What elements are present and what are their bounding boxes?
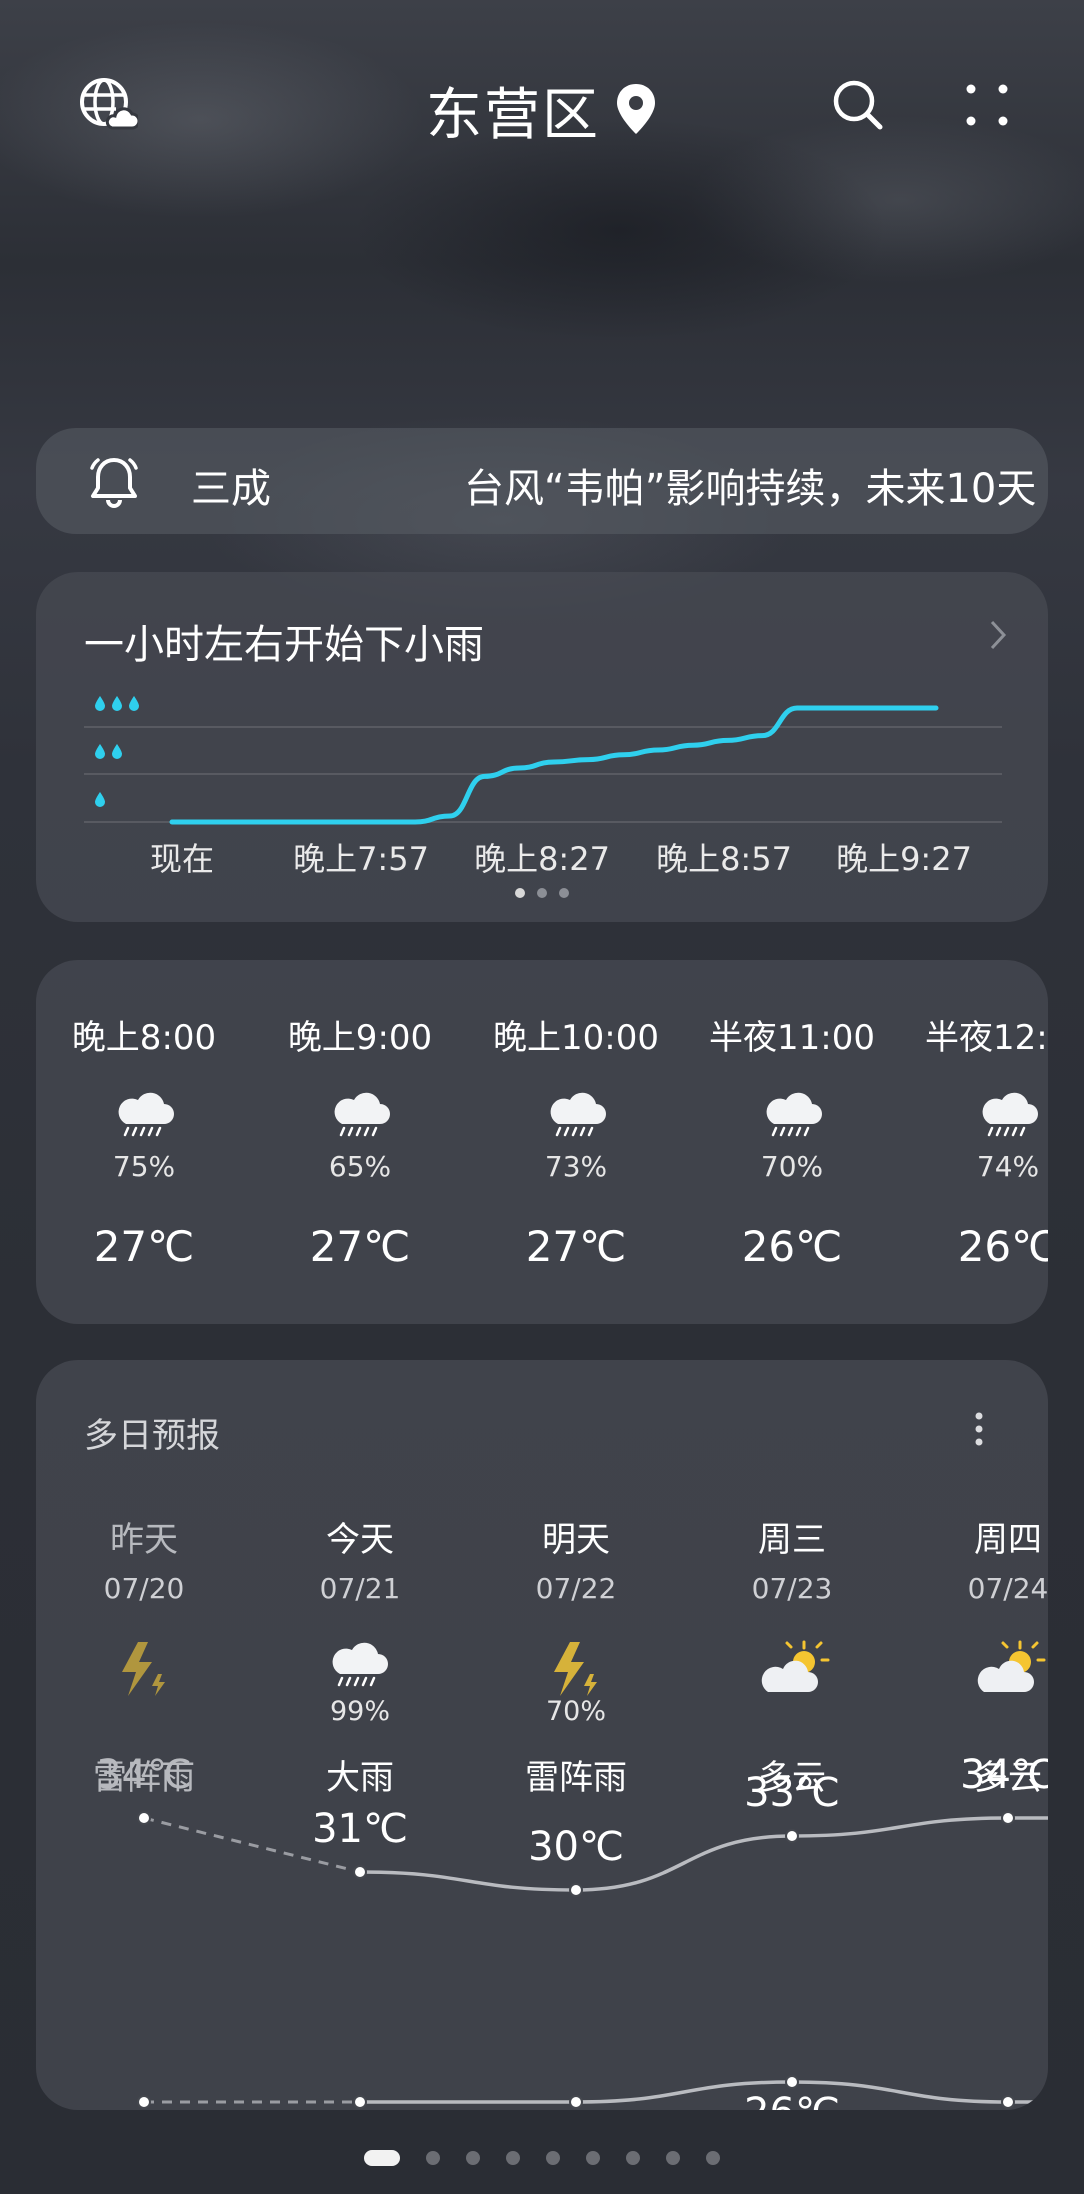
page-dot <box>537 888 547 898</box>
day-date: 07/20 <box>103 1572 185 1605</box>
precip-probability: 70% <box>545 1696 606 1727</box>
high-temp: 34℃ <box>960 1752 1048 1798</box>
rain-time-label: 晚上9:27 <box>836 840 972 878</box>
heavy-rain-icon <box>762 1088 824 1144</box>
rain-time-label: 现在 <box>149 840 215 878</box>
daily-item[interactable]: 今天 07/21 99% 大雨 31℃ 25℃ <box>252 1360 468 2110</box>
page-dot[interactable] <box>546 2151 560 2165</box>
location-pin-icon <box>614 82 658 140</box>
hourly-item: 半夜11:00 70% 26℃ <box>684 960 900 1324</box>
page-dot[interactable] <box>666 2151 680 2165</box>
location-title[interactable]: 东营区 <box>426 70 600 151</box>
partly-cloudy-icon <box>760 1638 832 1704</box>
high-temp: 30℃ <box>528 1824 624 1870</box>
day-condition: 大雨 <box>326 1758 394 1798</box>
low-temp: 25℃ <box>900 2106 1048 2110</box>
high-temp: 31℃ <box>312 1806 408 1852</box>
day-condition: 雷阵雨 <box>525 1758 627 1798</box>
weather-alert-banner[interactable]: 三成 台风“韦帕”影响持续，未来10天 <box>36 428 1048 534</box>
low-temp: 25℃ <box>468 2106 684 2110</box>
hour-temperature: 26℃ <box>741 1222 843 1271</box>
page-dot <box>559 888 569 898</box>
daily-item[interactable]: 周四07/24多云34℃25℃ <box>900 1360 1048 2110</box>
day-name: 明天 <box>542 1520 610 1560</box>
page-dot[interactable] <box>364 2150 400 2166</box>
more-dots-icon[interactable] <box>952 70 1022 140</box>
day-name: 周三 <box>758 1520 826 1560</box>
hour-time: 晚上10:00 <box>493 1018 659 1058</box>
alert-text-tail: 三成 <box>191 466 271 512</box>
page-dot[interactable] <box>706 2151 720 2165</box>
high-temp: 33℃ <box>744 1770 840 1816</box>
partly-cloudy-icon <box>976 1638 1048 1704</box>
bell-icon <box>86 454 142 514</box>
hourly-item: 晚上10:00 73% 27℃ <box>468 960 684 1324</box>
precip-probability: 65% <box>328 1150 392 1183</box>
daily-item[interactable]: 周三07/23多云33℃26℃ <box>684 1360 900 2110</box>
hour-time: 半夜11:00 <box>709 1018 875 1058</box>
precipitation-card[interactable]: 一小时左右开始下小雨 现在 晚上7:57 晚上8:27 晚上8:57 晚上9:2… <box>36 572 1048 922</box>
page-dot[interactable] <box>506 2151 520 2165</box>
rain-time-label: 晚上8:57 <box>656 840 792 878</box>
day-name: 周四 <box>974 1520 1042 1560</box>
low-temp: 25℃ <box>252 2106 468 2110</box>
day-name: 今天 <box>326 1520 394 1560</box>
hourly-item: 晚上9:00 65% 27℃ <box>252 960 468 1324</box>
rain-card-page-indicator <box>0 888 1084 898</box>
hour-temperature: 27℃ <box>309 1222 411 1271</box>
day-date: 07/22 <box>535 1572 617 1605</box>
daily-forecast-card[interactable]: 多日预报 昨天07/20雷阵雨34℃25℃今天07/2199%大雨31℃25℃明… <box>36 1360 1048 2110</box>
page-dot <box>515 888 525 898</box>
hour-temperature: 26℃ <box>957 1222 1048 1271</box>
hourly-forecast-card[interactable]: 晚上8:00 75% 27℃ 晚上9:00 65% 27℃ 晚上10:00 73% 27℃ 半夜1… <box>36 960 1048 1324</box>
low-temp: 26℃ <box>684 2090 900 2110</box>
rain-time-label: 晚上8:27 <box>474 840 610 878</box>
daily-item[interactable]: 明天 07/22 70% 雷阵雨 30℃ 25℃ <box>468 1360 684 2110</box>
thunder-icon <box>544 1638 606 1704</box>
heavy-rain-icon <box>978 1088 1040 1144</box>
rain-time-label: 晚上7:57 <box>293 840 429 878</box>
heavy-rain-icon <box>330 1088 392 1144</box>
high-temp: 34℃ <box>96 1752 192 1798</box>
precip-probability: 74% <box>976 1150 1040 1183</box>
precip-probability: 73% <box>544 1150 608 1183</box>
city-page-indicator <box>0 2150 1084 2166</box>
heavy-rain-icon <box>328 1638 390 1694</box>
low-temp: 25℃ <box>36 2106 252 2110</box>
daily-item[interactable]: 昨天07/20雷阵雨34℃25℃ <box>36 1360 252 2110</box>
hour-time: 半夜12:00 <box>925 1018 1048 1058</box>
precipitation-line <box>169 705 939 825</box>
hourly-item: 晚上8:00 75% 27℃ <box>36 960 252 1324</box>
precip-probability: 70% <box>760 1150 824 1183</box>
precip-probability: 99% <box>329 1696 390 1727</box>
precip-probability: 75% <box>112 1150 176 1183</box>
hour-time: 晚上8:00 <box>71 1018 217 1058</box>
day-name: 昨天 <box>110 1520 178 1560</box>
hour-time: 晚上9:00 <box>287 1018 433 1058</box>
page-dot[interactable] <box>586 2151 600 2165</box>
hour-temperature: 27℃ <box>93 1222 195 1271</box>
alert-text: 台风“韦帕”影响持续，未来10天 <box>464 466 1037 512</box>
heavy-rain-icon <box>546 1088 608 1144</box>
page-dot[interactable] <box>466 2151 480 2165</box>
day-date: 07/21 <box>319 1572 401 1605</box>
page-dot[interactable] <box>426 2151 440 2165</box>
day-date: 07/24 <box>967 1572 1048 1605</box>
hourly-item: 半夜12:00 74% 26℃ <box>900 960 1048 1324</box>
top-bar: 东营区 <box>0 60 1084 150</box>
day-date: 07/23 <box>751 1572 833 1605</box>
heavy-rain-icon <box>114 1088 176 1144</box>
location-header[interactable]: 东营区 <box>0 70 1084 151</box>
search-icon[interactable] <box>823 70 893 140</box>
thunder-icon <box>112 1638 174 1704</box>
page-dot[interactable] <box>626 2151 640 2165</box>
hour-temperature: 27℃ <box>525 1222 627 1271</box>
